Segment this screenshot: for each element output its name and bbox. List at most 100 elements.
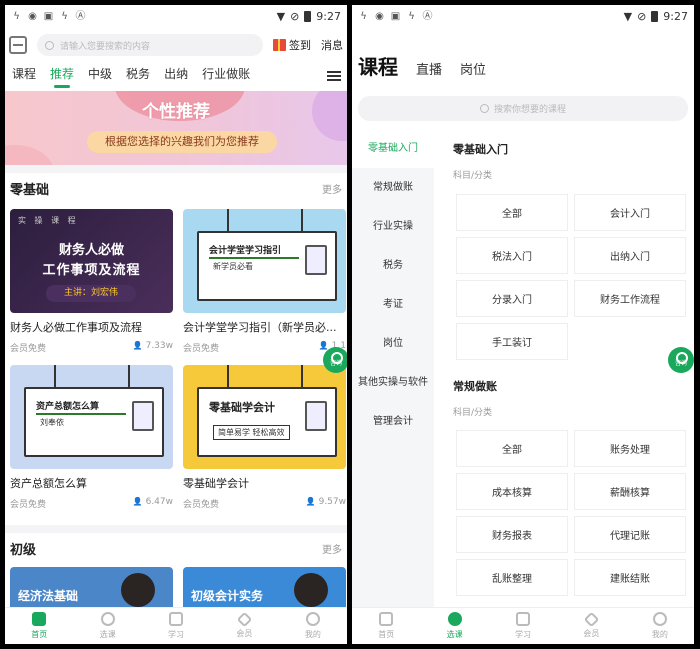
wifi-icon: ▼ [276, 9, 286, 23]
sidebar-item-software[interactable]: 其他实操与软件 [352, 363, 434, 402]
grid-icon [100, 612, 115, 626]
course-title: 财务人必做工作事项及流程 [10, 321, 142, 334]
search-input[interactable]: 搜索你想要的课程 [358, 96, 688, 121]
sidebar-item-tax[interactable]: 税务 [352, 246, 434, 285]
menu-icon[interactable] [327, 71, 341, 81]
sidebar-item-certificate[interactable]: 考证 [352, 285, 434, 324]
notification-icon: ϟ [61, 10, 68, 22]
sidebar-item-routine-accounting[interactable]: 常规做账 [352, 168, 434, 207]
view-count: 7.33w [133, 341, 173, 354]
course-title: 会计学堂学习指引（新学员必... [183, 321, 337, 334]
recommend-banner[interactable]: 个性推荐 根据您选择的兴趣我们为您推荐 [5, 91, 347, 165]
battery-icon [304, 10, 312, 22]
category-button[interactable]: 账务处理 [574, 430, 686, 467]
category-button[interactable]: 会计入门 [574, 194, 686, 231]
course-title: 零基础学会计 [183, 477, 249, 490]
nav-courses[interactable]: 选课 [73, 608, 141, 644]
top-bar: 请输入您要搜索的内容 签到 消息 [5, 29, 347, 61]
category-button[interactable]: 税法入门 [456, 237, 568, 274]
tab-course[interactable]: 课程 [358, 51, 398, 80]
thumb-title: 会计学堂学习指引 [209, 246, 282, 256]
diamond-icon [583, 611, 600, 627]
underline [36, 413, 126, 415]
consult-button[interactable]: 咨询 [323, 347, 347, 373]
underline [209, 257, 299, 259]
nav-label: 学习 [515, 630, 532, 639]
search-input[interactable]: 请输入您要搜索的内容 [37, 34, 263, 56]
nav-label: 选课 [99, 630, 116, 639]
nav-member[interactable]: 会员 [210, 608, 278, 644]
category-button[interactable]: 财务报表 [456, 516, 568, 553]
category-button[interactable]: 财务工作流程 [574, 280, 686, 317]
category-button[interactable]: 出纳入门 [574, 237, 686, 274]
view-count: 9.57w [306, 497, 346, 510]
board-graphic: 资产总额怎么算 刘奉依 [24, 387, 164, 457]
sidebar-item-position[interactable]: 岗位 [352, 324, 434, 363]
member-free-tag: 会员免费 [10, 500, 47, 510]
category-sidebar: 零基础入门 常规做账 行业实操 税务 考证 岗位 其他实操与软件 管理会计 [352, 129, 434, 607]
more-link[interactable]: 更多 [322, 181, 342, 196]
status-bar: ϟ ◉ ▣ ϟ Ⓐ ▼ ⊘ 9:27 [352, 5, 694, 27]
thumb-subtitle: 刘奉依 [40, 418, 64, 427]
sign-in-button[interactable]: 签到 [273, 37, 311, 53]
qq-icon: ◉ [375, 10, 384, 22]
tab-cashier[interactable]: 出纳 [157, 63, 195, 91]
nav-study[interactable]: 学习 [489, 608, 557, 644]
grid-icon [447, 612, 462, 626]
nav-profile[interactable]: 我的 [279, 608, 347, 644]
home-icon [379, 612, 394, 626]
nav-profile[interactable]: 我的 [626, 608, 694, 644]
thumb-lecturer: 主讲：刘宏伟 [46, 285, 136, 302]
scan-icon[interactable] [9, 36, 27, 54]
course-card[interactable]: 会计学堂学习指引 新学员必看 会计学堂学习指引（新学员必... 会员免费1.1 [183, 209, 346, 354]
nav-home[interactable]: 首页 [5, 608, 73, 644]
tab-recommend[interactable]: 推荐 [43, 63, 81, 91]
sidebar-item-industry[interactable]: 行业实操 [352, 207, 434, 246]
nav-study[interactable]: 学习 [142, 608, 210, 644]
search-placeholder: 请输入您要搜索的内容 [60, 41, 151, 52]
category-button[interactable]: 乱账整理 [456, 559, 568, 596]
banner-decoration [5, 145, 55, 165]
category-button[interactable]: 成本核算 [456, 473, 568, 510]
sidebar-item-management-accounting[interactable]: 管理会计 [352, 402, 434, 441]
category-button[interactable]: 全部 [456, 430, 568, 467]
messages-button[interactable]: 消息 [321, 37, 343, 53]
course-card[interactable]: 零基础学会计 简单易学 轻松高效 零基础学会计 会员免费 9.57w [183, 365, 346, 510]
category-button[interactable]: 建账结账 [574, 559, 686, 596]
consult-button[interactable]: 咨询 [668, 347, 694, 373]
clipboard-icon [132, 401, 154, 431]
sidebar-item-basics[interactable]: 零基础入门 [352, 129, 434, 168]
notification-icon: ϟ [360, 10, 367, 22]
board-pin [128, 365, 130, 387]
gift-icon [273, 39, 286, 51]
category-button[interactable]: 手工装订 [456, 323, 568, 360]
course-card[interactable]: 实 操 课 程 财务人必做 工作事项及流程 主讲：刘宏伟 财务人必做工作事项及流… [10, 209, 173, 354]
search-icon [479, 104, 489, 113]
clock: 9:27 [316, 9, 341, 23]
nav-member[interactable]: 会员 [557, 608, 625, 644]
book-icon [516, 612, 531, 626]
nav-courses[interactable]: 选课 [420, 608, 488, 644]
no-sim-icon: ⊘ [637, 9, 647, 23]
category-button[interactable]: 薪酬核算 [574, 473, 686, 510]
nav-label: 首页 [378, 630, 395, 639]
tab-position[interactable]: 岗位 [460, 59, 486, 78]
category-button[interactable]: 代理记账 [574, 516, 686, 553]
user-icon [652, 612, 667, 626]
tab-industry-accounting[interactable]: 行业做账 [195, 63, 257, 91]
course-card[interactable]: 资产总额怎么算 刘奉依 资产总额怎么算 会员免费 6.47w [10, 365, 173, 510]
category-button[interactable]: 分录入门 [456, 280, 568, 317]
nav-home[interactable]: 首页 [352, 608, 420, 644]
category-button[interactable]: 全部 [456, 194, 568, 231]
board-pin [54, 365, 56, 387]
user-icon [305, 612, 320, 626]
thumb-title: 资产总额怎么算 [36, 402, 100, 412]
tab-tax[interactable]: 税务 [119, 63, 157, 91]
app-icon: Ⓐ [75, 10, 86, 22]
tab-live[interactable]: 直播 [416, 59, 442, 78]
tab-course[interactable]: 课程 [5, 63, 43, 91]
more-link[interactable]: 更多 [322, 541, 342, 556]
thumb-label: 实 操 课 程 [18, 216, 79, 225]
thumb-title: 财务人必做 [58, 243, 124, 258]
tab-intermediate[interactable]: 中级 [81, 63, 119, 91]
